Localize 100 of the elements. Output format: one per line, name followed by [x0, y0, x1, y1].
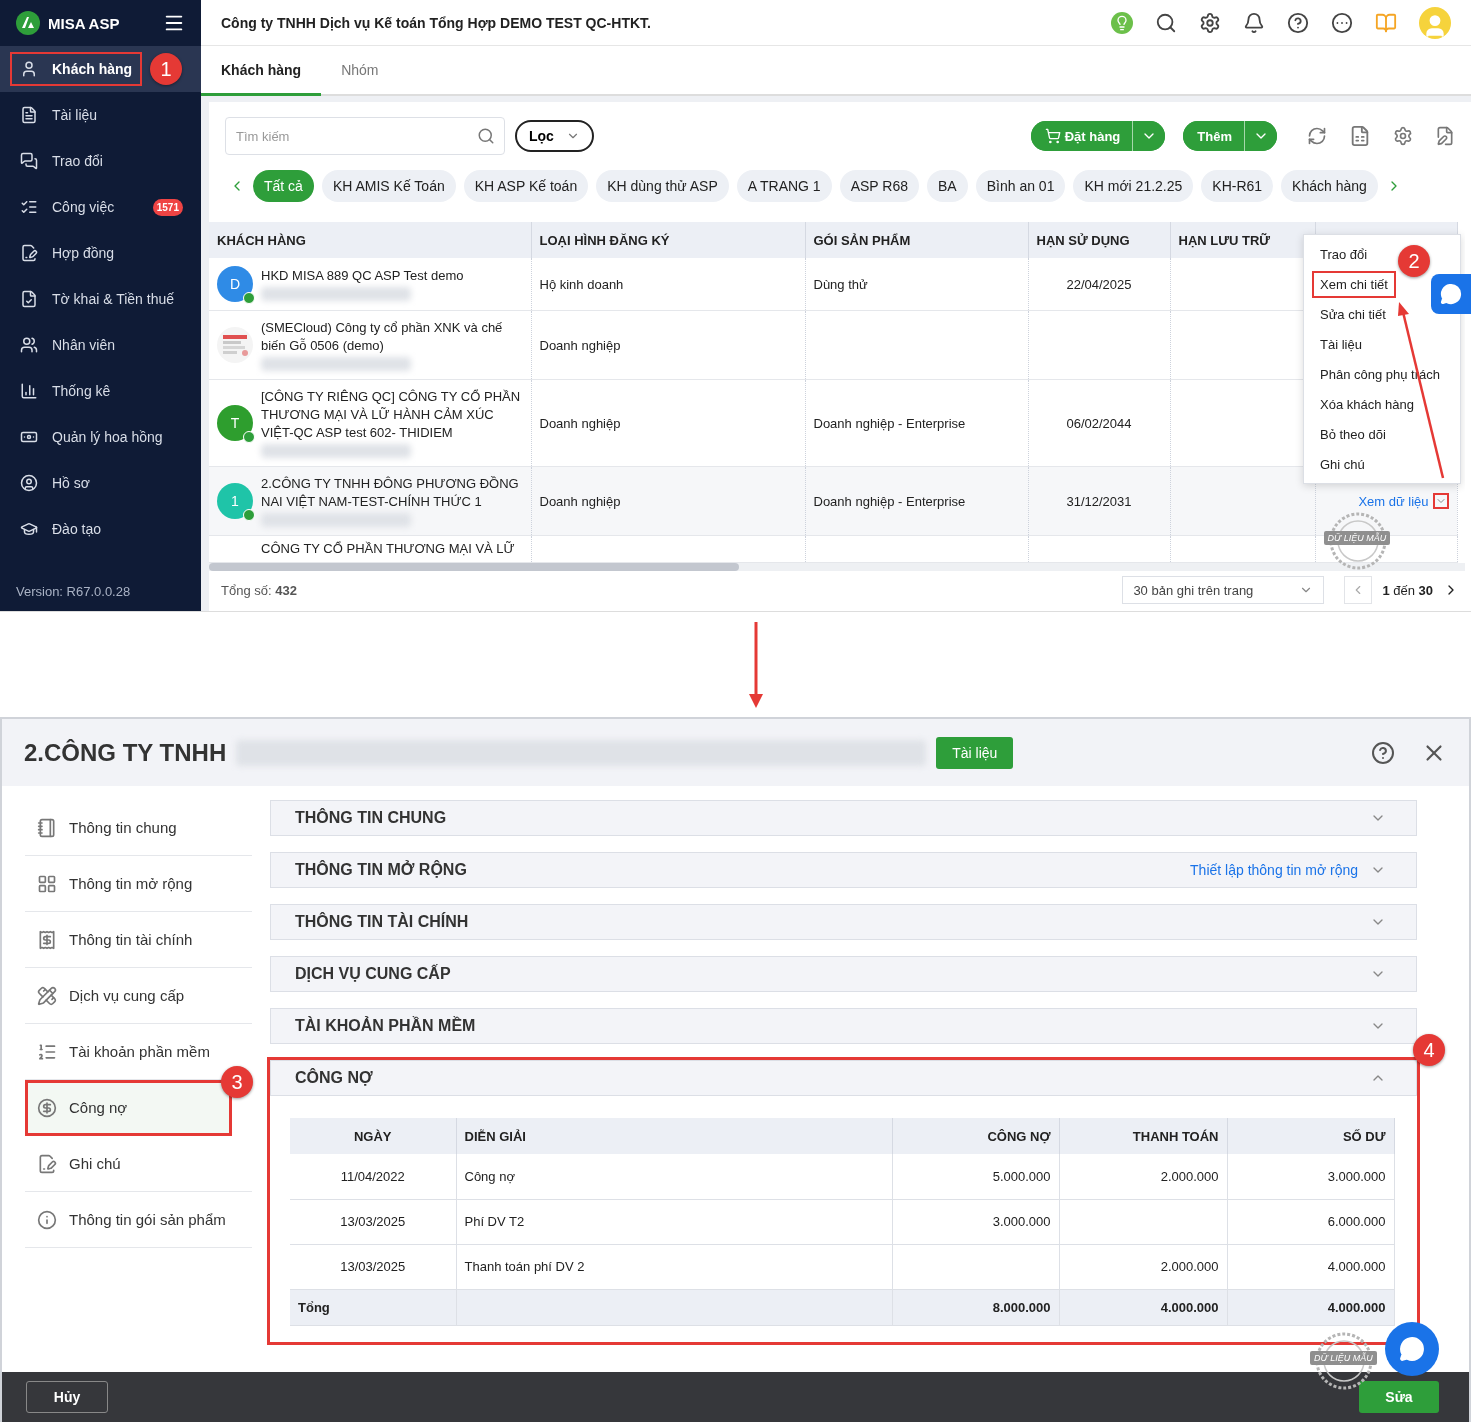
bell-icon[interactable]: [1243, 11, 1265, 34]
nav-item[interactable]: Thông tin chung: [25, 800, 252, 856]
menu-item[interactable]: Tài liệu: [1312, 330, 1370, 358]
sidebar-item[interactable]: Công việc 1571: [0, 184, 201, 230]
section-header[interactable]: TÀI KHOẢN PHẦN MỀM: [270, 1008, 1417, 1044]
section-header[interactable]: THÔNG TIN CHUNG: [270, 800, 1417, 836]
step-number: 2: [1398, 245, 1430, 277]
table-cell: Hộ kinh doanh: [539, 276, 624, 292]
sidebar-item[interactable]: Nhân viên: [0, 322, 201, 368]
section-header[interactable]: CÔNG NỢ: [270, 1060, 1417, 1096]
step-number: 4: [1413, 1034, 1445, 1066]
spreadsheet-icon[interactable]: [1349, 125, 1371, 147]
company-name: Công ty TNHH Dịch vụ Kế toán Tổng Hợp DEMO TEST QC-HTKT.: [221, 14, 652, 31]
cart-icon: [1044, 128, 1061, 144]
nav-item-icon: [37, 873, 57, 894]
menu-item[interactable]: Trao đổi: [1312, 240, 1376, 268]
setup-link[interactable]: Thiết lập thông tin mở rộng: [1190, 862, 1358, 878]
sidebar-item-icon: [20, 106, 38, 124]
total-cell: 4.000.000: [1327, 1299, 1386, 1315]
sidebar-item[interactable]: Quản lý hoa hồng: [0, 414, 201, 460]
nav-item-label: Ghi chú: [69, 1155, 121, 1172]
nav-item[interactable]: Công nợ: [25, 1080, 232, 1136]
table-cell: Phí DV T2: [464, 1214, 525, 1229]
group-chip[interactable]: KH-R61: [1201, 170, 1274, 202]
settings-icon[interactable]: [1199, 11, 1221, 34]
customer-avatar: 1: [217, 483, 253, 519]
sidebar-item[interactable]: Trao đổi: [0, 138, 201, 184]
sidebar-item[interactable]: Tờ khai & Tiền thuế: [0, 276, 201, 322]
table-cell: 5.000.000: [992, 1168, 1051, 1184]
section-header[interactable]: THÔNG TIN TÀI CHÍNH: [270, 904, 1417, 940]
nav-item-icon: [37, 1153, 57, 1174]
dialog-title: 2.CÔNG TY TNHH: [24, 738, 227, 767]
add-menu-button[interactable]: [1244, 121, 1277, 151]
page-size-select[interactable]: 30 bản ghi trên trang: [1122, 576, 1325, 604]
table-cell: Doanh nghiệp - Enterprise: [813, 415, 966, 431]
group-chip[interactable]: KH AMIS Kế Toán: [321, 170, 456, 202]
sidebar-item[interactable]: Hợp đồng: [0, 230, 201, 276]
search-icon[interactable]: [1155, 11, 1177, 34]
sidebar-item[interactable]: Thống kê: [0, 368, 201, 414]
sidebar-item-icon: [20, 198, 38, 216]
column-header: CÔNG NỢ: [892, 1118, 1059, 1154]
group-chip[interactable]: BA: [927, 170, 968, 202]
section-title: CÔNG NỢ: [295, 1069, 374, 1087]
table-cell: 6.000.000: [1327, 1214, 1386, 1229]
search-field[interactable]: Tìm kiếm: [225, 117, 505, 155]
customer-avatar: D: [217, 266, 253, 302]
table-cell: Doanh nghiệp: [539, 337, 621, 353]
sidebar-item[interactable]: Đào tạo: [0, 506, 201, 552]
menu-item[interactable]: Xem chi tiết: [1312, 270, 1396, 298]
section-header[interactable]: DỊCH VỤ CUNG CẤP: [270, 956, 1417, 992]
group-chip[interactable]: ASP R68: [839, 170, 919, 202]
book-icon[interactable]: [1375, 11, 1397, 34]
column-header: KHÁCH HÀNG: [209, 222, 531, 258]
edit-document-icon[interactable]: [1435, 126, 1455, 146]
sidebar-item-icon: [20, 520, 38, 538]
sidebar-item[interactable]: Khách hàng 1: [0, 46, 201, 92]
nav-item-label: Tài khoản phần mềm: [69, 1043, 210, 1060]
group-chip[interactable]: KH mới 21.2.25: [1073, 170, 1194, 202]
menu-item[interactable]: Sửa chi tiết: [1312, 300, 1394, 328]
table-cell: 22/04/2025: [1066, 276, 1132, 292]
group-chip[interactable]: Khách hàng: [1281, 170, 1378, 202]
group-chip[interactable]: Bình an 01: [975, 170, 1066, 202]
section-title: THÔNG TIN TÀI CHÍNH: [295, 913, 470, 931]
group-chip[interactable]: A TRANG 1: [736, 170, 832, 202]
column-header: DIỄN GIẢI: [456, 1118, 892, 1154]
stamp-ring-icon: [1314, 1331, 1374, 1391]
table-cell: 11/04/2022: [340, 1168, 405, 1184]
column-header: LOẠI HÌNH ĐĂNG KÝ: [531, 222, 805, 258]
order-menu-button[interactable]: [1132, 121, 1166, 151]
sidebar-item[interactable]: Tài liệu: [0, 92, 201, 138]
chat-icon[interactable]: [1385, 1322, 1439, 1376]
section-header[interactable]: THÔNG TIN MỞ RỘNG Thiết lập thông tin mở rộng: [270, 852, 1417, 888]
menu-item[interactable]: Xóa khách hàng: [1312, 390, 1422, 418]
group-chip[interactable]: KH dùng thử ASP: [596, 170, 729, 202]
nav-item[interactable]: Thông tin tài chính: [25, 912, 252, 968]
lightbulb-icon[interactable]: [1111, 11, 1133, 34]
nav-item[interactable]: Thông tin mở rộng: [25, 856, 252, 912]
nav-item-label: Thông tin mở rộng: [69, 875, 193, 892]
cancel-button[interactable]: Hủy: [26, 1381, 108, 1413]
filter-button[interactable]: Lọc: [515, 120, 594, 152]
tab[interactable]: Nhóm: [321, 46, 399, 96]
menu-item[interactable]: Bỏ theo dõi: [1312, 420, 1394, 448]
settings-icon[interactable]: [1393, 126, 1413, 146]
refresh-icon[interactable]: [1307, 126, 1327, 146]
scrollbar-thumb[interactable]: [209, 563, 739, 571]
sidebar-item[interactable]: Hồ sơ: [0, 460, 201, 506]
nav-item-label: Dịch vụ cung cấp: [69, 987, 185, 1004]
nav-item[interactable]: Thông tin gói sản phẩm: [25, 1192, 252, 1248]
view-data-link[interactable]: Xem dữ liệu: [1358, 493, 1429, 509]
help-icon[interactable]: [1287, 11, 1309, 34]
menu-item[interactable]: Ghi chú: [1312, 450, 1373, 478]
more-icon[interactable]: [1331, 11, 1353, 34]
group-chip[interactable]: KH ASP Kế toán: [463, 170, 589, 202]
page-range: 1 đến 30: [1382, 582, 1433, 598]
nav-item[interactable]: Ghi chú: [25, 1136, 252, 1192]
sample-data-stamp: DỮ LIỆU MẪU: [1310, 1351, 1377, 1365]
nav-item-label: Thông tin chung: [69, 819, 177, 836]
nav-item[interactable]: Dịch vụ cung cấp: [25, 968, 252, 1024]
row-menu-caret[interactable]: [1432, 493, 1449, 509]
help-icon[interactable]: [1371, 740, 1395, 765]
